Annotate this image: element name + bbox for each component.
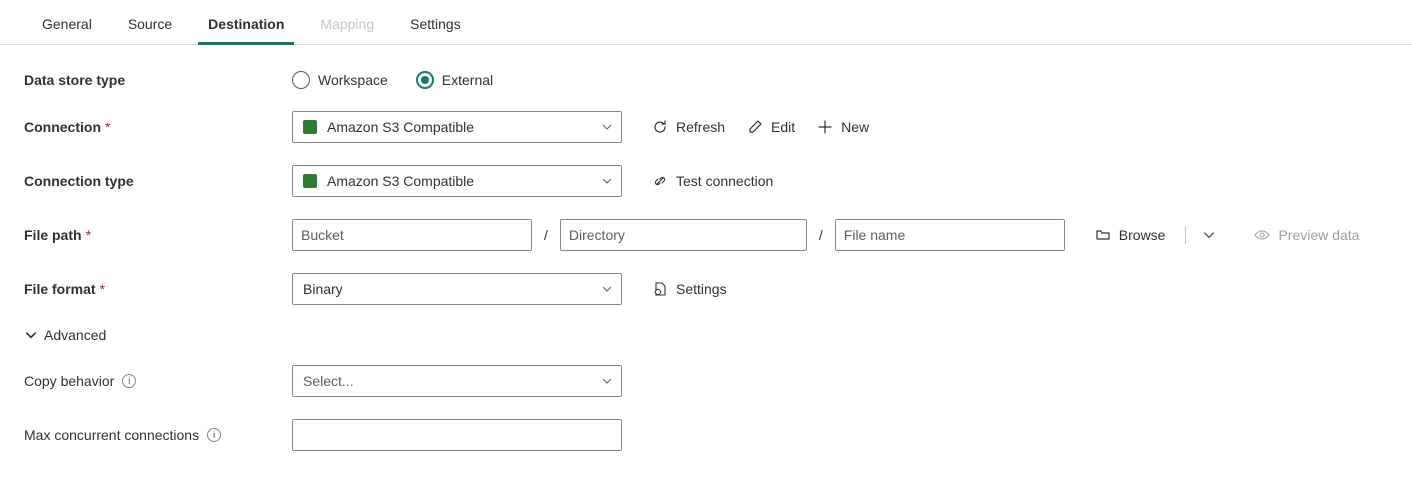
info-icon[interactable]: i	[122, 374, 136, 388]
label-file-path: File path*	[24, 227, 292, 243]
s3-icon	[303, 120, 317, 134]
connection-type-dropdown[interactable]: Amazon S3 Compatible	[292, 165, 622, 197]
directory-input[interactable]	[560, 219, 807, 251]
radio-external-label: External	[442, 72, 493, 88]
path-separator: /	[817, 227, 825, 243]
path-separator: /	[542, 227, 550, 243]
copy-behavior-placeholder: Select...	[303, 373, 354, 389]
tab-source[interactable]: Source	[110, 6, 190, 44]
gear-file-icon	[652, 281, 668, 297]
label-copy-behavior: Copy behavior i	[24, 373, 292, 389]
chevron-down-icon	[601, 175, 613, 187]
bucket-input[interactable]	[292, 219, 532, 251]
advanced-toggle[interactable]: Advanced	[24, 327, 106, 343]
divider	[1185, 226, 1186, 244]
tab-bar: General Source Destination Mapping Setti…	[0, 0, 1412, 45]
plus-icon	[817, 119, 833, 135]
refresh-icon	[652, 119, 668, 135]
edit-icon	[747, 119, 763, 135]
connection-dropdown[interactable]: Amazon S3 Compatible	[292, 111, 622, 143]
chevron-down-icon	[601, 283, 613, 295]
radio-external[interactable]: External	[416, 71, 493, 89]
radio-circle-selected-icon	[416, 71, 434, 89]
tab-settings[interactable]: Settings	[392, 6, 479, 44]
advanced-label: Advanced	[44, 327, 106, 343]
edit-button[interactable]: Edit	[741, 115, 801, 139]
label-connection: Connection*	[24, 119, 292, 135]
s3-icon	[303, 174, 317, 188]
connection-type-value: Amazon S3 Compatible	[327, 173, 474, 189]
chevron-down-icon	[601, 121, 613, 133]
copy-behavior-dropdown[interactable]: Select...	[292, 365, 622, 397]
info-icon[interactable]: i	[207, 428, 221, 442]
chevron-down-icon	[601, 375, 613, 387]
label-max-concurrent: Max concurrent connections i	[24, 427, 292, 443]
destination-form: Data store type Workspace External Conne…	[0, 45, 1412, 499]
browse-menu-button[interactable]	[1200, 224, 1218, 246]
label-connection-type: Connection type	[24, 173, 292, 189]
tab-mapping: Mapping	[302, 6, 392, 44]
chevron-down-icon	[1202, 228, 1216, 242]
preview-icon	[1254, 227, 1270, 243]
new-button[interactable]: New	[811, 115, 875, 139]
tab-general[interactable]: General	[24, 6, 110, 44]
folder-icon	[1095, 227, 1111, 243]
format-settings-button[interactable]: Settings	[646, 277, 733, 301]
refresh-button[interactable]: Refresh	[646, 115, 731, 139]
radio-workspace[interactable]: Workspace	[292, 71, 388, 89]
preview-data-button: Preview data	[1248, 223, 1365, 247]
file-format-value: Binary	[303, 281, 343, 297]
test-connection-button[interactable]: Test connection	[646, 169, 779, 193]
label-file-format: File format*	[24, 281, 292, 297]
max-concurrent-input[interactable]	[292, 419, 622, 451]
radio-workspace-label: Workspace	[318, 72, 388, 88]
label-data-store-type: Data store type	[24, 72, 292, 88]
browse-button[interactable]: Browse	[1089, 223, 1172, 247]
radio-circle-icon	[292, 71, 310, 89]
chevron-down-icon	[24, 328, 38, 342]
test-connection-icon	[652, 173, 668, 189]
connection-value: Amazon S3 Compatible	[327, 119, 474, 135]
filename-input[interactable]	[835, 219, 1065, 251]
tab-destination[interactable]: Destination	[190, 6, 302, 44]
file-format-dropdown[interactable]: Binary	[292, 273, 622, 305]
